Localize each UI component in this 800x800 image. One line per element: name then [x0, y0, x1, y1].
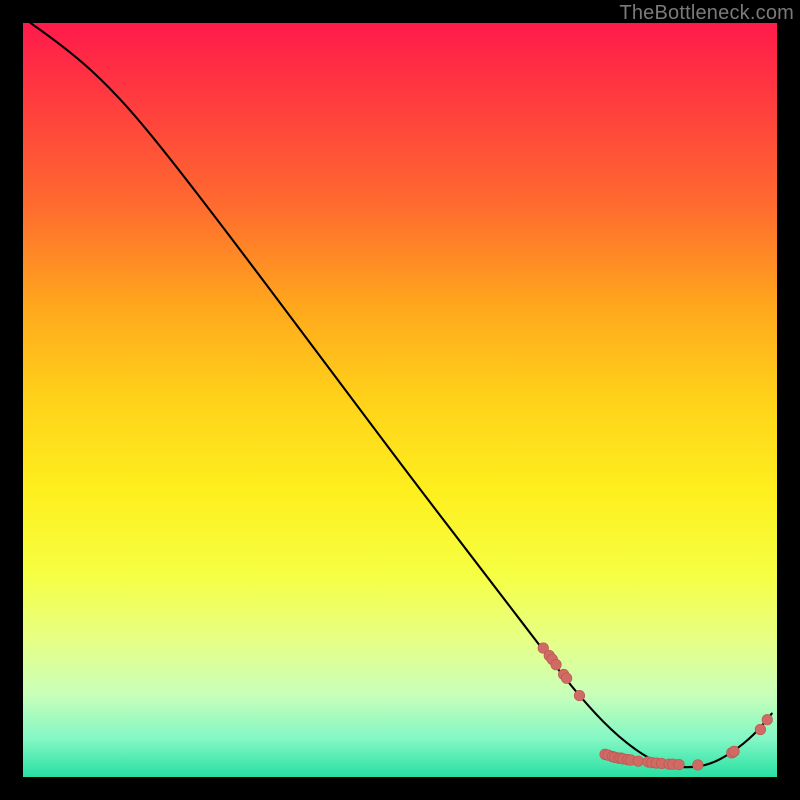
data-marker: [561, 673, 572, 684]
data-marker: [762, 714, 773, 725]
data-marker: [633, 756, 644, 767]
bottleneck-curve: [31, 23, 772, 767]
marker-layer: [538, 643, 773, 770]
data-marker: [729, 746, 740, 757]
chart-svg: [23, 23, 777, 777]
chart-frame: TheBottleneck.com: [0, 0, 800, 800]
data-marker: [755, 724, 766, 735]
data-marker: [693, 760, 704, 771]
chart-plot-area: [23, 23, 777, 777]
data-marker: [574, 690, 585, 701]
watermark: TheBottleneck.com: [619, 2, 794, 25]
data-marker: [674, 759, 685, 770]
data-marker: [551, 659, 562, 670]
